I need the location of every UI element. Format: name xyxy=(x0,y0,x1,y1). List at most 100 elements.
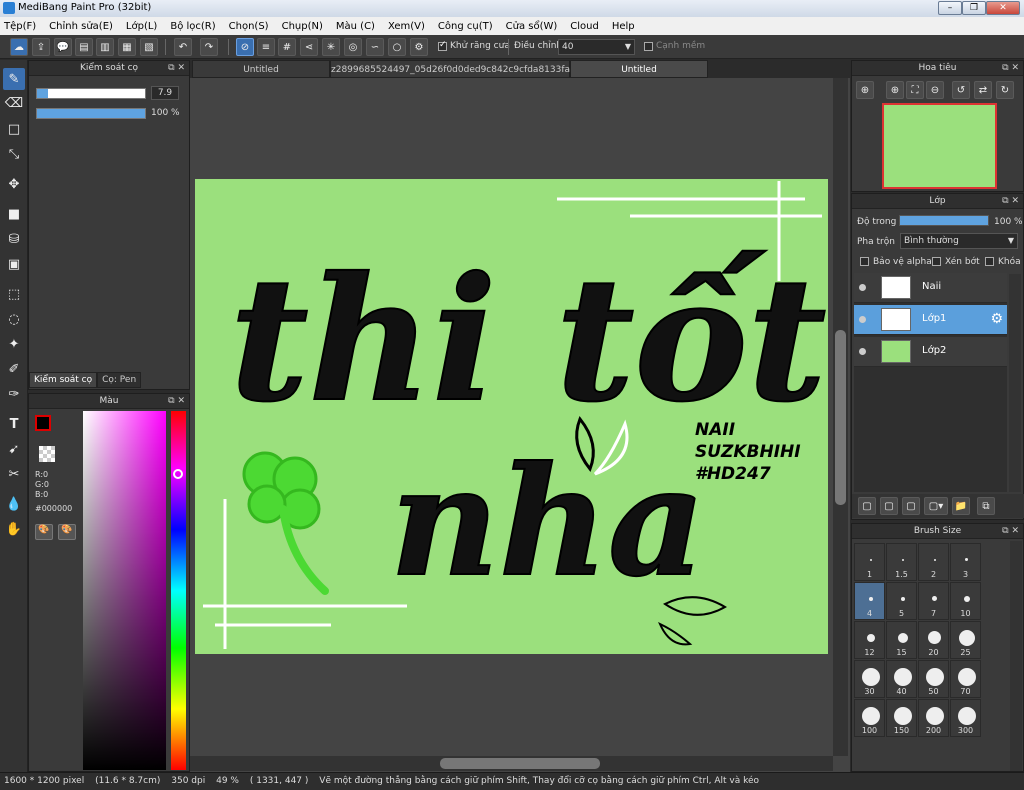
menu-edit[interactable]: Chỉnh sửa(E) xyxy=(49,21,113,32)
menu-help[interactable]: Help xyxy=(612,21,635,32)
select-rect-tool-icon[interactable]: ⬚ xyxy=(3,283,25,305)
no-snap-icon[interactable]: ⊘ xyxy=(236,38,254,56)
ellipse-snap-icon[interactable]: ○ xyxy=(388,38,406,56)
brush-size-option[interactable]: 100 xyxy=(854,699,885,737)
gradient-tool-icon[interactable]: ▣ xyxy=(3,253,25,275)
vertical-scrollbar-thumb[interactable] xyxy=(835,330,846,505)
brush-size-option[interactable]: 1.5 xyxy=(886,543,917,581)
brush-size-option[interactable]: 5 xyxy=(886,582,917,620)
move-tool-icon[interactable]: ✥ xyxy=(3,173,25,195)
brush-size-option[interactable]: 12 xyxy=(854,621,885,659)
panel-icon[interactable]: ▧ xyxy=(140,38,158,56)
tab-brush-control[interactable]: Kiểm soát cọ xyxy=(29,372,98,388)
brush-size-option[interactable]: 3 xyxy=(950,543,981,581)
layer-row-lop2[interactable]: Lớp2 xyxy=(854,337,1007,367)
brush-size-value[interactable]: 7.9 xyxy=(151,86,179,100)
menu-file[interactable]: Tệp(F) xyxy=(4,21,36,32)
vanishing-snap-icon[interactable]: ⋖ xyxy=(300,38,318,56)
close-button[interactable]: ✕ xyxy=(986,1,1020,15)
cloud-icon[interactable]: ☁ xyxy=(10,38,28,56)
speech-icon[interactable]: ▤ xyxy=(75,38,93,56)
brush-size-slider[interactable] xyxy=(36,88,146,99)
new-layer-8bit-icon[interactable]: ▢ xyxy=(880,497,898,515)
brush-size-option[interactable]: 150 xyxy=(886,699,917,737)
panel-close-icon[interactable]: ⧉ ✕ xyxy=(1002,194,1019,208)
lock-checkbox[interactable] xyxy=(985,257,994,266)
flip-icon[interactable]: ⇄ xyxy=(974,81,992,99)
add-layer-menu-icon[interactable]: ▢▾ xyxy=(924,497,948,515)
brush-size-option[interactable]: 70 xyxy=(950,660,981,698)
blur-tool-icon[interactable]: ⤡ xyxy=(3,143,25,165)
doc-tab-untitled-2[interactable]: Untitled xyxy=(570,60,708,78)
cross-snap-icon[interactable]: # xyxy=(278,38,296,56)
brush-tool-icon[interactable]: ✎ xyxy=(3,68,25,90)
brush-size-option[interactable]: 1 xyxy=(854,543,885,581)
clipping-checkbox[interactable] xyxy=(932,257,941,266)
export-icon[interactable]: ⇪ xyxy=(32,38,50,56)
primary-color-swatch[interactable] xyxy=(35,415,51,431)
panel-close-icon[interactable]: ⧉ ✕ xyxy=(1002,61,1019,75)
new-layer-1bit-icon[interactable]: ▢ xyxy=(902,497,920,515)
hue-handle[interactable] xyxy=(173,469,183,479)
lasso-tool-icon[interactable]: ◌ xyxy=(3,308,25,330)
menu-window[interactable]: Cửa sổ(W) xyxy=(506,21,558,32)
undo-icon[interactable]: ↶ xyxy=(174,38,192,56)
rotate-right-icon[interactable]: ↻ xyxy=(996,81,1014,99)
gear-icon[interactable]: ⚙ xyxy=(990,311,1003,327)
magic-wand-tool-icon[interactable]: ✦ xyxy=(3,333,25,355)
layer-list-scrollbar[interactable] xyxy=(1009,274,1021,492)
menu-color[interactable]: Màu (C) xyxy=(336,21,375,32)
eye-icon[interactable] xyxy=(859,348,866,355)
brush-size-option[interactable]: 50 xyxy=(918,660,949,698)
operation-tool-icon[interactable]: ➹ xyxy=(3,438,25,460)
duplicate-layer-icon[interactable]: ⧉ xyxy=(977,497,995,515)
zoom-in-small-icon[interactable]: ⊕ xyxy=(886,81,904,99)
hand-tool-icon[interactable]: ✋ xyxy=(3,518,25,540)
grid-page-icon[interactable]: ▦ xyxy=(118,38,136,56)
minimize-button[interactable]: – xyxy=(938,1,962,15)
dot-tool-icon[interactable]: □ xyxy=(3,118,25,140)
brush-size-option[interactable]: 20 xyxy=(918,621,949,659)
fill-rect-tool-icon[interactable]: ■ xyxy=(3,203,25,225)
brush-size-option[interactable]: 10 xyxy=(950,582,981,620)
panel-divide-tool-icon[interactable]: ✂ xyxy=(3,463,25,485)
circle-snap-icon[interactable]: ◎ xyxy=(344,38,362,56)
brush-size-option[interactable]: 7 xyxy=(918,582,949,620)
hue-slider[interactable] xyxy=(171,411,186,770)
eraser-tool-icon[interactable]: ⌫ xyxy=(3,92,25,114)
menu-filter[interactable]: Bộ lọc(R) xyxy=(170,21,215,32)
protect-alpha-checkbox[interactable] xyxy=(860,257,869,266)
rotate-left-icon[interactable]: ↺ xyxy=(952,81,970,99)
brush-size-option[interactable]: 200 xyxy=(918,699,949,737)
comment-icon[interactable]: 💬 xyxy=(54,38,72,56)
curve-snap-icon[interactable]: ∽ xyxy=(366,38,384,56)
smooth-edge-checkbox[interactable] xyxy=(644,42,653,51)
brush-size-option[interactable]: 30 xyxy=(854,660,885,698)
eye-icon[interactable] xyxy=(859,316,866,323)
doc-tab-image[interactable]: z2899685524497_05d26f0d0ded9c842c9cfda81… xyxy=(330,60,601,78)
brush-size-option[interactable]: 40 xyxy=(886,660,917,698)
menu-tools[interactable]: Công cụ(T) xyxy=(438,21,493,32)
select-pen-tool-icon[interactable]: ✐ xyxy=(3,358,25,380)
zoom-out-icon[interactable]: ⊖ xyxy=(926,81,944,99)
radial-snap-icon[interactable]: ✳ xyxy=(322,38,340,56)
page-icon[interactable]: ▥ xyxy=(96,38,114,56)
tab-brush-pen[interactable]: Cọ: Pen xyxy=(97,372,142,388)
menu-snap[interactable]: Chụp(N) xyxy=(282,21,323,32)
folder-icon[interactable]: 📁 xyxy=(952,497,970,515)
new-layer-icon[interactable]: ▢ xyxy=(858,497,876,515)
menu-select[interactable]: Chọn(S) xyxy=(229,21,269,32)
navigator-preview[interactable] xyxy=(882,103,997,189)
panel-close-icon[interactable]: ⧉ ✕ xyxy=(168,61,185,75)
horizontal-scrollbar-thumb[interactable] xyxy=(440,758,600,769)
doc-tab-untitled-1[interactable]: Untitled xyxy=(192,60,330,78)
antialias-checkbox[interactable] xyxy=(438,40,447,51)
brush-size-option[interactable]: 15 xyxy=(886,621,917,659)
blend-select[interactable]: Bình thường ▼ xyxy=(900,233,1018,249)
panel-close-icon[interactable]: ⧉ ✕ xyxy=(1002,524,1019,538)
restore-button[interactable]: ❐ xyxy=(962,1,986,15)
redo-icon[interactable]: ↷ xyxy=(200,38,218,56)
snap-settings-icon[interactable]: ⚙ xyxy=(410,38,428,56)
brush-opacity-slider[interactable] xyxy=(36,108,146,119)
panel-close-icon[interactable]: ⧉ ✕ xyxy=(168,394,185,408)
